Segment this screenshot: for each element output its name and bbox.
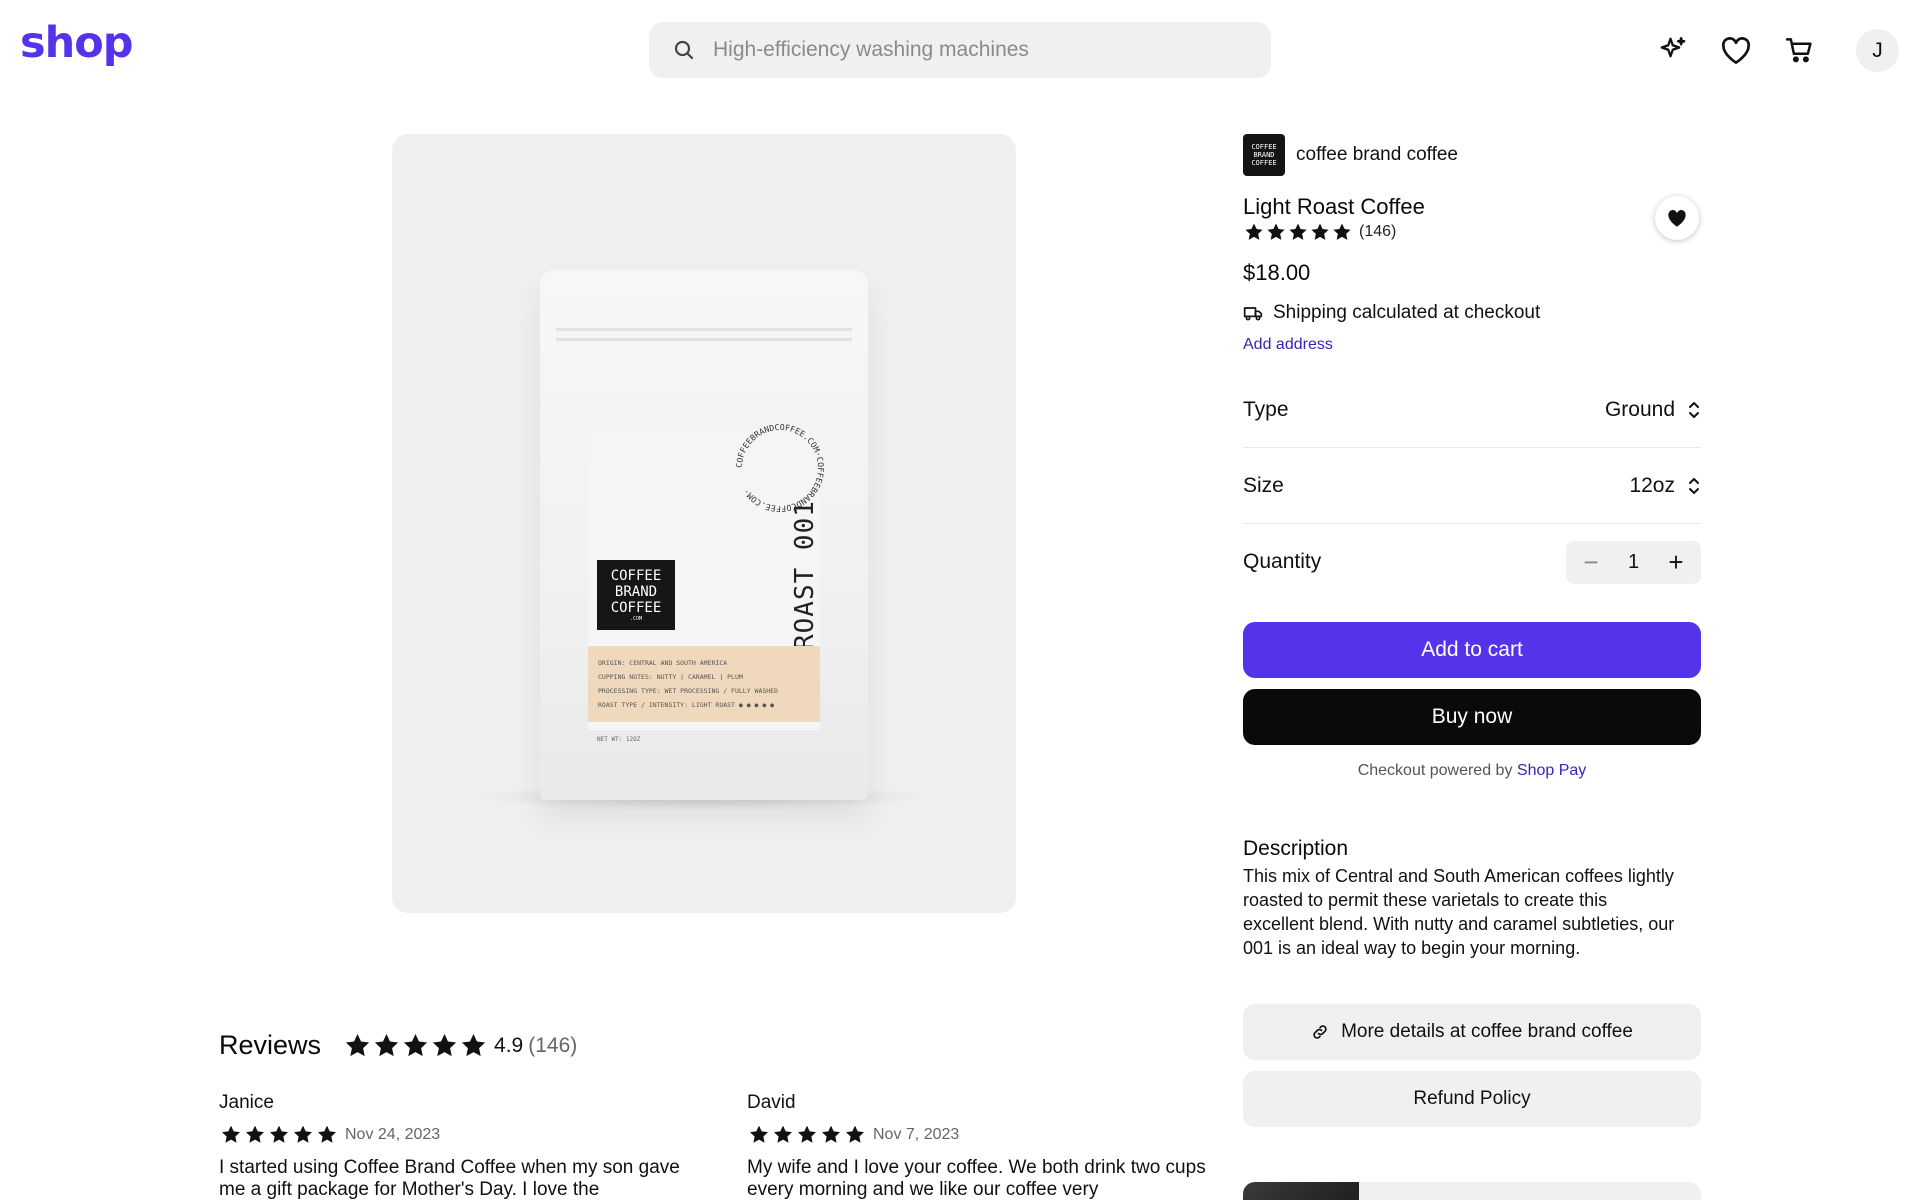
quantity-increase-button[interactable]: + <box>1663 549 1689 575</box>
shop-pay-link[interactable]: Shop Pay <box>1517 762 1586 779</box>
reviews-heading: Reviews <box>219 1030 322 1060</box>
bag-brand-text: COFFEE BRAND COFFEE <box>610 568 662 616</box>
search-placeholder: High-efficiency washing machines <box>713 38 1029 61</box>
product-price: $18.00 <box>1243 260 1311 285</box>
bag-brand-block: COFFEE BRAND COFFEE .COM <box>597 560 675 630</box>
add-address-link[interactable]: Add address <box>1243 336 1333 354</box>
reviews-average: 4.9 <box>494 1033 524 1057</box>
top-header: shop High-efficiency washing machines J <box>0 0 1920 100</box>
quantity-row: Quantity − 1 + <box>1243 524 1701 600</box>
star-icon <box>819 1124 843 1145</box>
star-icon <box>459 1032 488 1059</box>
refund-policy-button[interactable]: Refund Policy <box>1243 1071 1701 1127</box>
star-icon <box>219 1124 243 1145</box>
bag-net-weight: NET WT: 12OZ <box>597 736 641 743</box>
shop-row[interactable]: COFFEE BRAND COFFEE coffee brand coffee <box>1243 134 1458 176</box>
bag-label-line: ORIGIN: CENTRAL AND SOUTH AMERICA <box>598 659 728 667</box>
star-icon <box>795 1124 819 1145</box>
type-value: Ground <box>1604 397 1675 421</box>
coffee-bag-image: COFFEEBRANDCOFFEE.COM·COFFEEBRANDCOFFEE.… <box>540 270 868 800</box>
star-icon <box>430 1032 459 1059</box>
rating-count: (146) <box>1359 223 1397 240</box>
star-icon <box>1287 222 1309 242</box>
chevron-updown-icon <box>1687 475 1701 497</box>
bag-zip-line <box>556 328 852 331</box>
checkout-powered-by: Checkout powered by Shop Pay <box>1243 762 1701 780</box>
more-details-label: More details at coffee brand coffee <box>1341 1021 1633 1042</box>
chevron-updown-icon <box>1687 399 1701 421</box>
star-icon <box>291 1124 315 1145</box>
search-bar[interactable]: High-efficiency washing machines <box>649 22 1271 78</box>
bag-roast-text: ROAST 001 <box>790 500 820 650</box>
star-icon <box>771 1124 795 1145</box>
more-details-button[interactable]: More details at coffee brand coffee <box>1243 1004 1701 1060</box>
product-image[interactable]: COFFEEBRANDCOFFEE.COM·COFFEEBRANDCOFFEE.… <box>392 134 1016 913</box>
size-selector[interactable]: Size 12oz <box>1243 448 1701 524</box>
star-icon <box>243 1124 267 1145</box>
product-title: Light Roast Coffee <box>1243 194 1425 219</box>
bag-label-line: CUPPING NOTES: NUTTY | CARAMEL | PLUM <box>598 673 743 681</box>
quantity-decrease-button[interactable]: − <box>1578 549 1604 575</box>
size-label: Size <box>1243 473 1284 497</box>
add-to-cart-button[interactable]: Add to cart <box>1243 622 1701 678</box>
star-icon <box>267 1124 291 1145</box>
bag-info-label: ORIGIN: CENTRAL AND SOUTH AMERICA CUPPIN… <box>588 646 820 722</box>
bag-brand-sub: .COM <box>629 616 643 622</box>
truck-icon <box>1243 307 1263 321</box>
size-value: 12oz <box>1629 473 1675 497</box>
description-body: This mix of Central and South American c… <box>1243 866 1675 958</box>
star-icon <box>401 1032 430 1059</box>
related-card[interactable] <box>1243 1182 1701 1200</box>
product-rating[interactable]: (146) <box>1243 222 1396 242</box>
description-title: Description <box>1243 837 1349 860</box>
star-icon <box>372 1032 401 1059</box>
review-item: Janice Nov 24, 2023 I started using Coff… <box>219 1092 689 1200</box>
quantity-label: Quantity <box>1243 550 1322 573</box>
buy-now-button[interactable]: Buy now <box>1243 689 1701 745</box>
reviews-stars <box>343 1032 488 1059</box>
sparkle-icon[interactable] <box>1653 30 1693 70</box>
quantity-value: 1 <box>1627 550 1640 573</box>
bag-label-line: PROCESSING TYPE: WET PROCESSING / FULLY … <box>598 687 779 695</box>
review-text: My wife and I love your coffee. We both … <box>747 1157 1206 1200</box>
star-icon <box>747 1124 771 1145</box>
shop-name[interactable]: coffee brand coffee <box>1296 144 1458 166</box>
star-icon <box>315 1124 339 1145</box>
reviewer-name: David <box>747 1092 796 1113</box>
related-card-thumbnail <box>1243 1182 1359 1200</box>
heart-filled-icon <box>1668 210 1686 227</box>
favorite-button[interactable] <box>1655 196 1699 240</box>
shop-logo[interactable]: shop <box>20 22 134 65</box>
star-icon <box>1265 222 1287 242</box>
star-icon <box>843 1124 867 1145</box>
quantity-stepper[interactable]: − 1 + <box>1566 540 1701 584</box>
bag-zip-line <box>556 338 852 341</box>
reviews-header: Reviews 4.9 (146) <box>219 1030 577 1061</box>
shipping-text: Shipping calculated at checkout <box>1273 302 1541 323</box>
shipping-info: Shipping calculated at checkout <box>1243 302 1540 324</box>
heart-icon[interactable] <box>1716 30 1756 70</box>
type-selector[interactable]: Type Ground <box>1243 372 1701 448</box>
shop-brand-logo[interactable]: COFFEE BRAND COFFEE <box>1243 134 1285 176</box>
review-text: I started using Coffee Brand Coffee when… <box>219 1157 680 1200</box>
search-icon <box>671 37 697 63</box>
star-icon <box>1243 222 1265 242</box>
review-date: Nov 7, 2023 <box>873 1125 960 1143</box>
review-date: Nov 24, 2023 <box>345 1125 441 1143</box>
cart-icon[interactable] <box>1779 30 1819 70</box>
type-label: Type <box>1243 397 1289 421</box>
bag-label-line: ROAST TYPE / INTENSITY: LIGHT ROAST ● ● … <box>598 701 775 709</box>
link-icon <box>1311 1023 1329 1041</box>
powered-prefix: Checkout powered by <box>1357 762 1513 779</box>
review-item: David Nov 7, 2023 My wife and I love you… <box>747 1092 1217 1200</box>
reviewer-name: Janice <box>219 1092 274 1113</box>
avatar[interactable]: J <box>1856 29 1899 72</box>
reviews-count: (146) <box>528 1033 578 1057</box>
star-icon <box>1309 222 1331 242</box>
star-icon <box>343 1032 372 1059</box>
star-icon <box>1331 222 1353 242</box>
